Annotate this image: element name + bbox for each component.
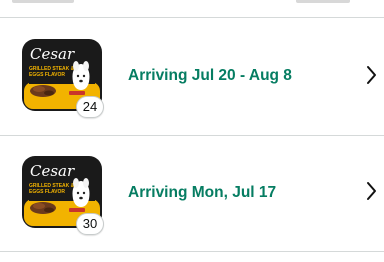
product-brand-text: Cesar: [30, 45, 75, 63]
product-flavor-text: EGGS FLAVOR: [29, 189, 65, 195]
orders-page: Cesar GRILLED STEAK & EGGS FLAVOR 24 Arr…: [0, 0, 384, 262]
chevron-right-icon[interactable]: [364, 64, 378, 86]
quantity-badge: 30: [76, 213, 104, 235]
product-flavor-text: EGGS FLAVOR: [29, 72, 65, 78]
row-divider: [0, 251, 384, 252]
quantity-badge: 24: [76, 96, 104, 118]
delivery-status: Arriving Mon, Jul 17: [128, 184, 277, 201]
previous-row-remnant: [0, 0, 384, 16]
chevron-right-icon[interactable]: [364, 180, 378, 202]
previous-row-text-fragment: [296, 0, 350, 3]
product-brand-text: Cesar: [30, 162, 75, 180]
delivery-status: Arriving Jul 20 - Aug 8: [128, 67, 292, 84]
previous-row-text-fragment: [12, 0, 74, 3]
order-row[interactable]: Cesar GRILLED STEAK & EGGS FLAVOR 30 Arr…: [0, 136, 384, 254]
order-row[interactable]: Cesar GRILLED STEAK & EGGS FLAVOR 24 Arr…: [0, 18, 384, 136]
